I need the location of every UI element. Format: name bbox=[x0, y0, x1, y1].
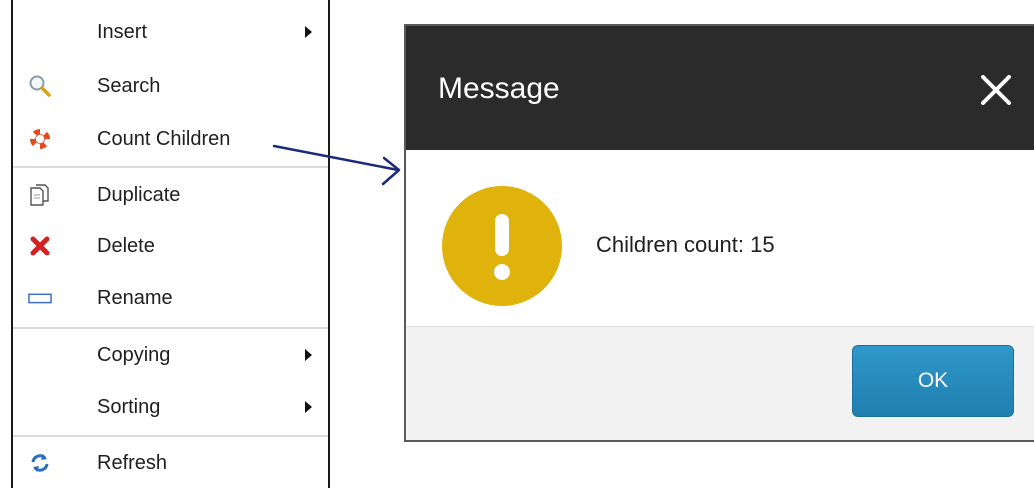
message-dialog: Message Children count: 15 OK bbox=[404, 24, 1034, 442]
menu-item-sorting[interactable]: Sorting bbox=[13, 381, 328, 433]
rename-icon bbox=[28, 286, 52, 310]
context-menu: Insert Search Count Children Duplicate D… bbox=[11, 0, 330, 488]
menu-item-delete[interactable]: Delete bbox=[13, 220, 328, 272]
submenu-arrow-icon bbox=[305, 349, 312, 361]
menu-item-label: Copying bbox=[97, 343, 171, 366]
close-icon[interactable] bbox=[978, 72, 1014, 108]
menu-item-label: Rename bbox=[97, 286, 173, 309]
menu-item-count-children[interactable]: Count Children bbox=[13, 113, 328, 165]
refresh-icon bbox=[28, 451, 52, 475]
menu-item-label: Delete bbox=[97, 234, 155, 257]
menu-item-label: Search bbox=[97, 74, 161, 97]
menu-item-label: Insert bbox=[97, 20, 148, 43]
menu-item-label: Sorting bbox=[97, 395, 161, 418]
warning-icon bbox=[442, 186, 562, 306]
menu-separator bbox=[13, 166, 328, 168]
dialog-footer: OK bbox=[406, 326, 1034, 440]
dialog-header: Message bbox=[406, 26, 1034, 150]
delete-icon bbox=[28, 234, 52, 258]
message-text: Children count: 15 bbox=[596, 232, 775, 257]
search-icon bbox=[28, 74, 52, 98]
menu-item-label: Duplicate bbox=[97, 183, 181, 206]
menu-item-rename[interactable]: Rename bbox=[13, 272, 328, 324]
menu-item-copying[interactable]: Copying bbox=[13, 329, 328, 381]
menu-item-insert[interactable]: Insert bbox=[13, 6, 328, 58]
submenu-arrow-icon bbox=[305, 26, 312, 38]
dialog-title: Message bbox=[438, 72, 560, 105]
menu-item-search[interactable]: Search bbox=[13, 60, 328, 112]
dialog-body: Children count: 15 bbox=[406, 150, 1034, 326]
ok-button[interactable]: OK bbox=[852, 345, 1014, 417]
menu-item-duplicate[interactable]: Duplicate bbox=[13, 169, 328, 221]
menu-item-label: Refresh bbox=[97, 451, 168, 474]
lifebuoy-icon bbox=[28, 127, 52, 151]
menu-item-refresh[interactable]: Refresh bbox=[13, 437, 328, 488]
menu-item-label: Count Children bbox=[97, 127, 231, 150]
submenu-arrow-icon bbox=[305, 401, 312, 413]
duplicate-icon bbox=[28, 183, 52, 207]
